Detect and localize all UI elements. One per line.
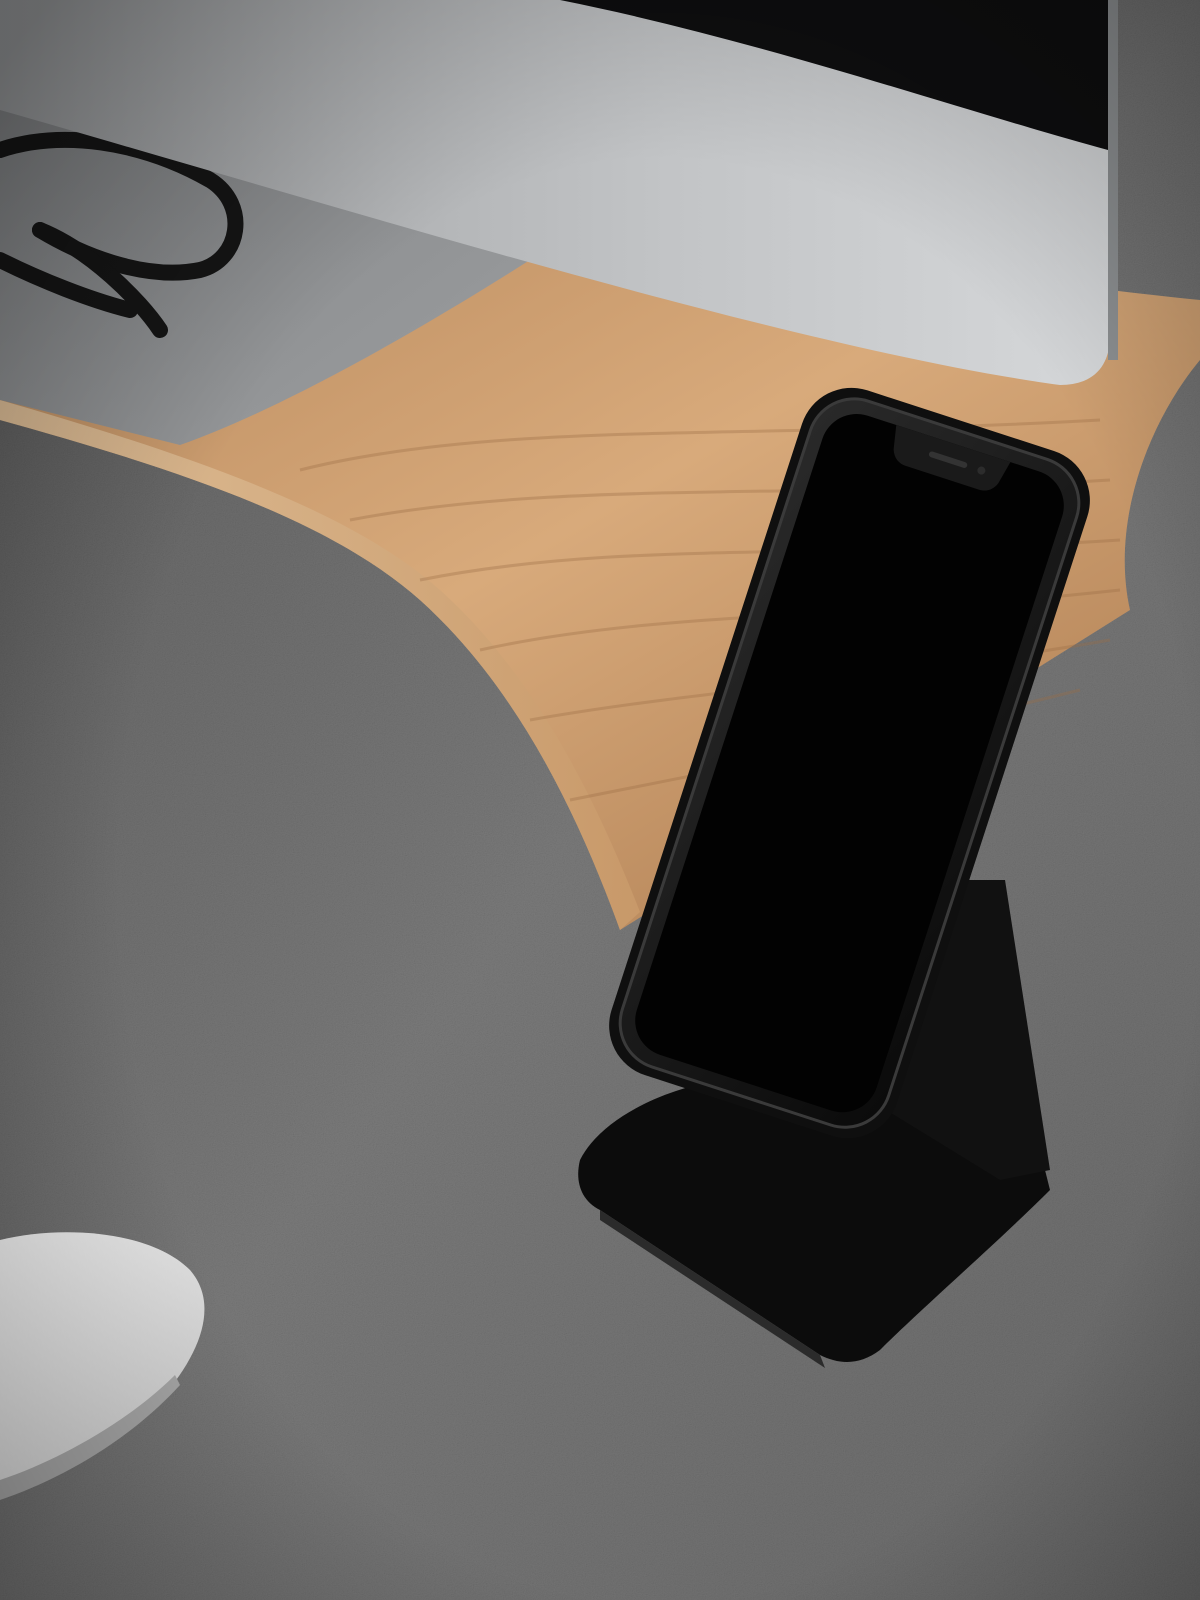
desk-photo [0, 0, 1200, 1600]
photo-vignette [0, 0, 1200, 1600]
desk-scene-svg [0, 0, 1200, 1600]
